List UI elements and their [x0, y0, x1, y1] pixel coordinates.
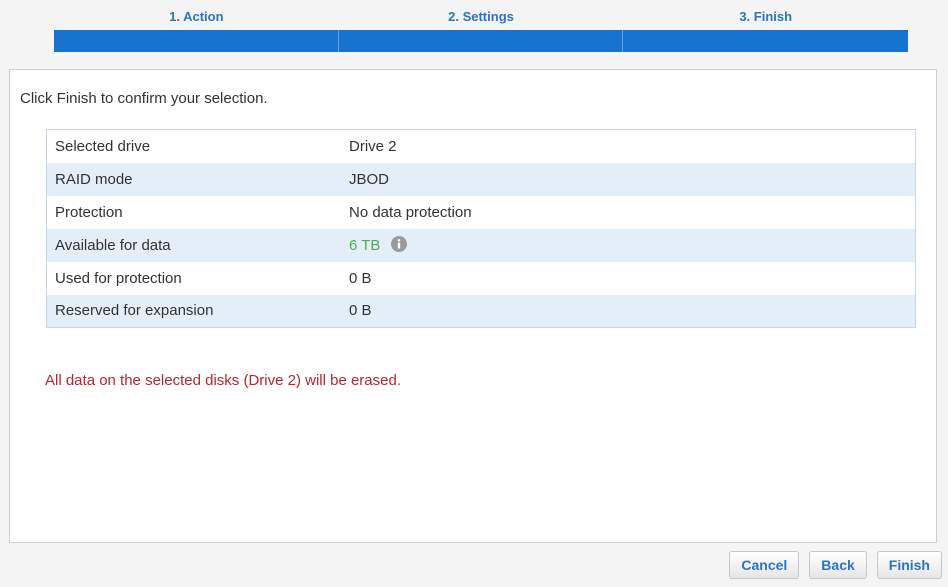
table-row: Protection No data protection	[47, 196, 916, 229]
back-button[interactable]: Back	[809, 551, 867, 579]
row-label: RAID mode	[55, 170, 133, 188]
step-label-finish: 3. Finish	[739, 9, 793, 24]
row-value-cell: 6 TB	[341, 229, 916, 262]
step-progress-bar-finish	[623, 30, 909, 52]
step-progress-bar-action	[54, 30, 339, 52]
available-capacity-value: 6 TB	[349, 236, 381, 254]
step-label-settings: 2. Settings	[448, 9, 514, 24]
table-row: Available for data 6 TB	[46, 228, 916, 262]
step-finish: 3. Finish	[623, 8, 909, 52]
info-icon[interactable]	[390, 236, 407, 253]
table-row: RAID mode JBOD	[46, 162, 916, 196]
step-label-action: 1. Action	[169, 9, 224, 24]
step-action: 1. Action	[54, 8, 339, 52]
row-value: 0 B	[349, 269, 372, 287]
row-label: Available for data	[55, 236, 171, 254]
intro-text: Click Finish to confirm your selection.	[20, 90, 268, 107]
summary-table: Selected drive Drive 2 RAID mode JBOD Pr…	[46, 129, 916, 328]
erase-warning: All data on the selected disks (Drive 2)…	[45, 372, 402, 389]
wizard-steps: 1. Action 2. Settings 3. Finish	[54, 8, 909, 52]
row-value: 0 B	[349, 302, 372, 320]
row-value: JBOD	[349, 170, 390, 188]
table-row: Reserved for expansion 0 B	[46, 294, 916, 328]
table-row: Selected drive Drive 2	[47, 130, 916, 163]
step-progress-bar-settings	[338, 30, 624, 52]
finish-button[interactable]: Finish	[876, 551, 942, 579]
wizard-buttons: Cancel Back Finish	[729, 551, 942, 579]
row-label: Reserved for expansion	[55, 302, 214, 320]
cancel-button[interactable]: Cancel	[729, 551, 800, 579]
row-value: No data protection	[349, 203, 472, 221]
table-row: Used for protection 0 B	[47, 262, 916, 295]
wizard-header: 1. Action 2. Settings 3. Finish	[0, 0, 948, 64]
row-label: Selected drive	[55, 137, 151, 155]
row-value: Drive 2	[349, 137, 397, 155]
row-label: Used for protection	[55, 269, 182, 287]
step-settings: 2. Settings	[338, 8, 624, 52]
confirmation-panel: Click Finish to confirm your selection. …	[9, 69, 937, 543]
row-label: Protection	[55, 203, 123, 221]
